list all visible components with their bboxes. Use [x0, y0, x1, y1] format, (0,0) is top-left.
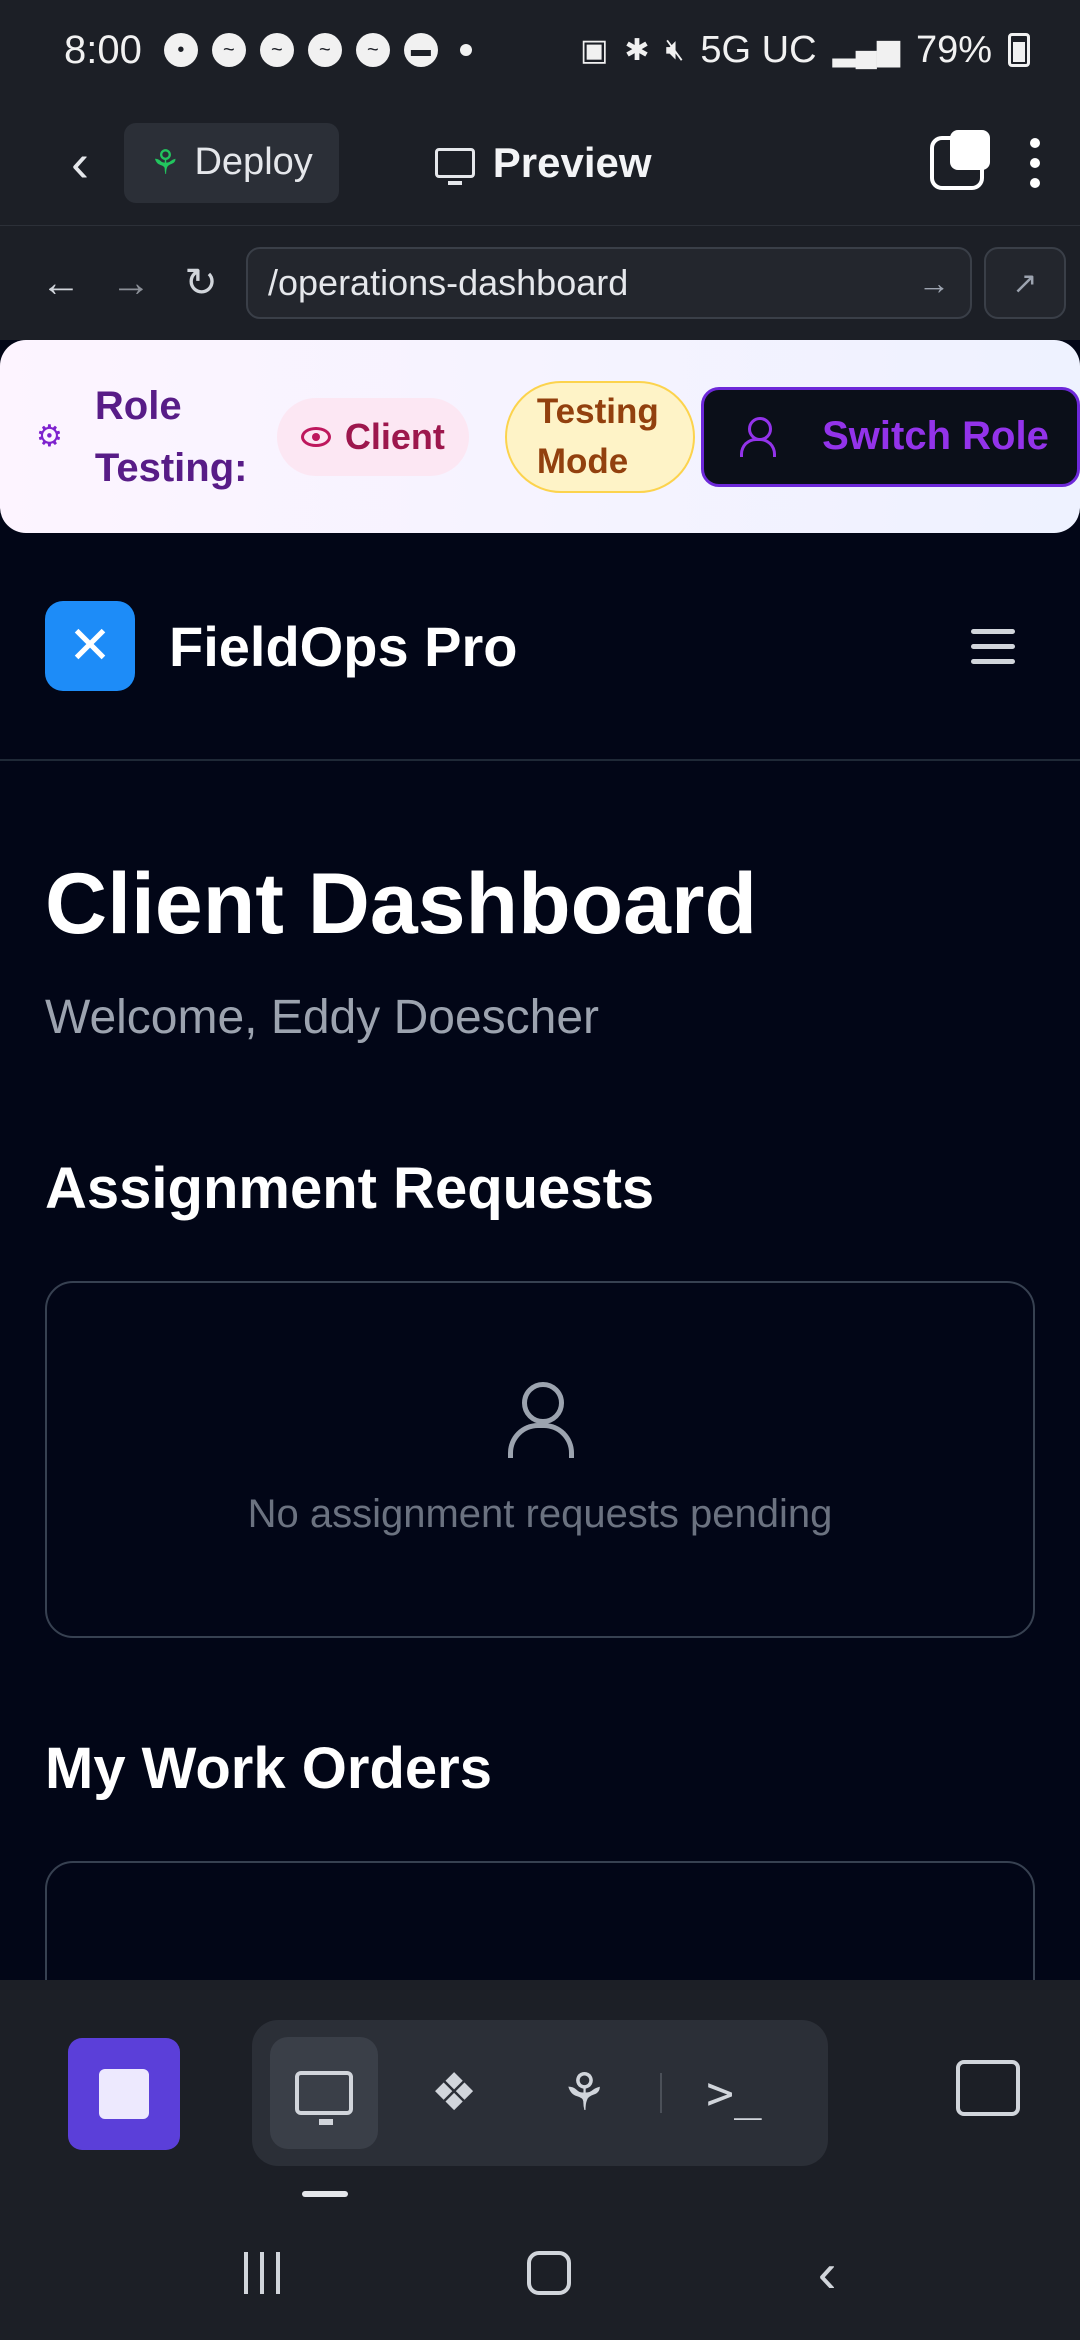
role-testing-bar: ⚙ Role Testing: Client Testing Mode Swit…	[0, 340, 1080, 533]
stop-button[interactable]	[68, 2038, 180, 2150]
notification-icons: • ~ ~ ~ ~ ▬	[163, 33, 472, 67]
site-header: ✕ FieldOps Pro	[0, 533, 1080, 761]
recents-button[interactable]	[243, 2251, 280, 2294]
url-input[interactable]: /operations-dashboard →	[246, 247, 972, 319]
user-icon	[508, 1382, 574, 1458]
preview-tab[interactable]: Preview	[434, 138, 652, 187]
mute-icon: 🔇︎	[665, 33, 685, 66]
status-bar: 8:00 • ~ ~ ~ ~ ▬ ▣ ✱ 🔇︎ 5G UC ▂▄▆ 79%	[0, 0, 1080, 100]
preview-tool-button[interactable]	[270, 2037, 379, 2149]
system-back-button[interactable]: ‹	[818, 2240, 837, 2305]
external-link-icon: ↗	[1012, 266, 1038, 300]
deploy-label: Deploy	[194, 141, 313, 183]
welcome-text: Welcome, Eddy Doescher	[45, 991, 600, 1044]
deploy-tool-button[interactable]: ⚘	[530, 2037, 638, 2149]
bluetooth-icon: ✱	[624, 33, 650, 67]
brand-name[interactable]: FieldOps Pro	[169, 614, 518, 679]
deploy-icon: ⚘	[150, 143, 181, 182]
user-icon	[740, 416, 777, 457]
bottom-toolbar: ❖ ⚘ >_	[0, 1980, 1080, 2205]
deploy-button[interactable]: ⚘ Deploy	[124, 122, 339, 203]
back-button[interactable]: ‹	[40, 123, 120, 203]
apps-tool-button[interactable]: ❖	[400, 2037, 508, 2149]
tabs-button[interactable]	[930, 129, 990, 190]
current-role-badge: Client	[276, 397, 469, 476]
reload-icon[interactable]: ↻	[166, 260, 236, 306]
home-button[interactable]	[526, 2250, 571, 2295]
nav-forward-icon[interactable]: →	[96, 261, 166, 306]
system-nav-bar: ‹	[0, 2205, 1080, 2340]
status-time: 8:00	[64, 27, 142, 72]
empty-state-text: No assignment requests pending	[247, 1492, 833, 1536]
terminal-icon: >_	[706, 2066, 762, 2120]
work-orders-heading: My Work Orders	[45, 1736, 492, 1801]
page-title: Client Dashboard	[45, 856, 757, 952]
monitor-icon	[295, 2071, 353, 2125]
deploy-icon: ⚘	[560, 2064, 608, 2122]
battery-icon	[1008, 33, 1030, 67]
battery-saver-icon: ▣	[579, 33, 609, 67]
stop-icon	[99, 2069, 149, 2119]
testing-mode-label: Testing Mode	[536, 391, 659, 481]
assignment-requests-heading: Assignment Requests	[45, 1156, 655, 1221]
monitor-icon	[434, 147, 475, 185]
active-tab-indicator	[302, 2191, 348, 2197]
assignment-requests-card: No assignment requests pending	[45, 1281, 1035, 1638]
status-indicators: ▣ ✱ 🔇︎ 5G UC ▂▄▆ 79%	[580, 29, 1030, 72]
go-arrow-icon[interactable]: →	[918, 265, 950, 302]
messenger-notification-icon: ~	[259, 33, 294, 67]
hamburger-menu-button[interactable]	[971, 628, 1015, 664]
tool-group: ❖ ⚘ >_	[252, 2020, 828, 2166]
tools-logo-icon[interactable]: ✕	[45, 601, 135, 691]
url-text: /operations-dashboard	[268, 262, 629, 303]
current-role-label: Client	[344, 415, 445, 457]
more-notifications-icon	[459, 44, 472, 56]
more-menu-button[interactable]	[1030, 137, 1040, 188]
gear-icon: ⚙	[36, 420, 63, 453]
network-type: 5G UC	[700, 28, 817, 71]
wallet-notification-icon: ▬	[403, 33, 438, 67]
switch-role-button[interactable]: Switch Role	[701, 386, 1080, 487]
preview-label: Preview	[492, 138, 652, 186]
role-testing-label: Role Testing:	[94, 383, 248, 490]
testing-mode-badge: Testing Mode	[504, 380, 696, 493]
switch-role-label: Switch Role	[822, 414, 1049, 458]
chevron-left-icon: ‹	[71, 132, 89, 193]
messenger-notification-icon: ~	[307, 33, 342, 67]
apps-icon: ❖	[430, 2064, 478, 2122]
tool-divider	[660, 2073, 662, 2113]
battery-level: 79%	[915, 28, 992, 71]
messenger-notification-icon: ~	[355, 33, 390, 67]
chat-notification-icon: •	[163, 33, 198, 67]
open-external-button[interactable]: ↗	[984, 247, 1066, 319]
eye-icon	[300, 426, 331, 447]
layout-toggle-button[interactable]	[956, 2060, 1020, 2116]
url-bar: ← → ↻ /operations-dashboard → ↗	[0, 225, 1080, 340]
terminal-tool-button[interactable]: >_	[680, 2037, 788, 2149]
nav-back-icon[interactable]: ←	[26, 261, 96, 306]
messenger-notification-icon: ~	[211, 33, 246, 67]
app-bar: ‹ ⚘ Deploy Preview	[0, 100, 1080, 225]
signal-icon: ▂▄▆	[832, 33, 900, 67]
